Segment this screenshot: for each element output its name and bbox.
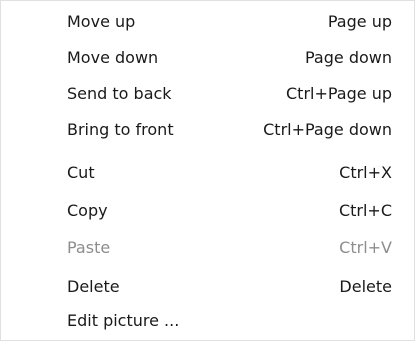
menu-item-move-up[interactable]: Move up Page up [1, 5, 415, 38]
context-menu: Move up Page up Move down Page down Send… [0, 0, 415, 341]
menu-item-label: Delete [67, 277, 120, 296]
menu-item-label: Send to back [67, 84, 172, 103]
menu-item-shortcut: Ctrl+Page up [286, 84, 392, 103]
menu-item-shortcut: Delete [339, 277, 392, 296]
menu-item-label: Copy [67, 201, 108, 220]
menu-item-delete[interactable]: Delete Delete [1, 270, 415, 303]
menu-item-label: Move up [67, 12, 136, 31]
menu-item-shortcut: Ctrl+Page down [263, 120, 392, 139]
menu-item-copy[interactable]: Copy Ctrl+C [1, 194, 415, 227]
menu-item-shortcut: Page down [305, 48, 392, 67]
menu-item-paste: Paste Ctrl+V [1, 231, 415, 264]
menu-item-cut[interactable]: Cut Ctrl+X [1, 156, 415, 189]
menu-item-send-to-back[interactable]: Send to back Ctrl+Page up [1, 77, 415, 110]
menu-item-shortcut: Page up [327, 12, 392, 31]
menu-item-move-down[interactable]: Move down Page down [1, 41, 415, 74]
menu-item-label: Paste [67, 238, 111, 257]
menu-item-edit-picture[interactable]: Edit picture ... [1, 304, 415, 337]
menu-item-label: Edit picture ... [67, 311, 180, 330]
menu-item-label: Cut [67, 163, 95, 182]
menu-item-label: Bring to front [67, 120, 174, 139]
menu-item-label: Move down [67, 48, 159, 67]
menu-item-shortcut: Ctrl+X [339, 163, 392, 182]
menu-item-shortcut: Ctrl+V [339, 238, 392, 257]
menu-item-bring-to-front[interactable]: Bring to front Ctrl+Page down [1, 113, 415, 146]
menu-item-shortcut: Ctrl+C [338, 201, 392, 220]
